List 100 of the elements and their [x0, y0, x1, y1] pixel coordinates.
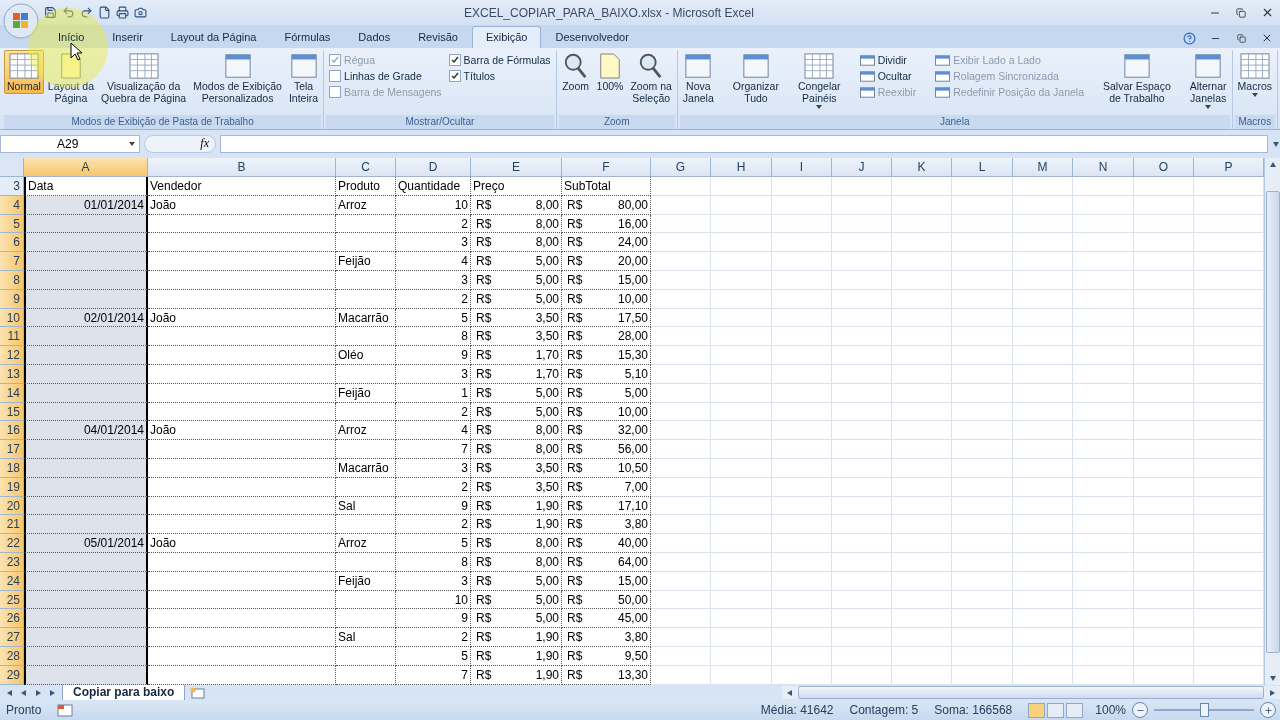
row-header[interactable]: 21: [0, 515, 24, 535]
ribbon-tab[interactable]: Layout da Página: [156, 26, 271, 48]
ribbon-tab[interactable]: Inserir: [98, 26, 157, 48]
ribbon-tab[interactable]: Fórmulas: [270, 26, 345, 48]
ribbon-button[interactable]: Salvar Espaço de Trabalho: [1100, 50, 1174, 106]
column-header[interactable]: E: [471, 158, 562, 177]
close-icon[interactable]: [1261, 32, 1273, 44]
ribbon-button[interactable]: Tela Inteira: [285, 50, 322, 106]
empty-cell: [952, 609, 1013, 629]
checkbox[interactable]: Títulos: [448, 70, 551, 82]
ribbon-button[interactable]: Zoom na Seleção: [627, 50, 675, 106]
arrow-down-icon[interactable]: [1268, 674, 1277, 682]
checkbox[interactable]: Barra de Fórmulas: [448, 54, 551, 66]
column-header[interactable]: C: [336, 158, 396, 177]
column-header[interactable]: K: [892, 158, 952, 177]
ribbon-tab[interactable]: Dados: [344, 26, 405, 48]
ribbon-tab[interactable]: Revisão: [404, 26, 472, 48]
zoom-in-button[interactable]: [1260, 702, 1276, 718]
column-header[interactable]: B: [148, 158, 336, 177]
row-header[interactable]: 11: [0, 327, 24, 347]
empty-cell: [832, 496, 892, 516]
empty-cell: [1073, 364, 1134, 384]
undo-icon[interactable]: [62, 6, 75, 19]
print-icon[interactable]: [116, 6, 129, 19]
column-header[interactable]: I: [772, 158, 832, 177]
table-cell: 3: [396, 271, 471, 290]
column-header[interactable]: O: [1134, 158, 1194, 177]
row-header[interactable]: 17: [0, 440, 24, 459]
empty-cell: [1134, 214, 1194, 234]
column-header[interactable]: F: [562, 158, 651, 177]
row-header[interactable]: 6: [0, 233, 24, 253]
row-header[interactable]: 7: [0, 252, 24, 271]
window-icon: [289, 52, 318, 80]
column-header[interactable]: N: [1073, 158, 1134, 177]
camera-icon[interactable]: [134, 6, 147, 19]
name-box[interactable]: A29: [0, 134, 140, 153]
office-button[interactable]: [2, 2, 40, 40]
empty-cell: [772, 346, 832, 365]
ribbon-tab[interactable]: Desenvolvedor: [541, 26, 643, 48]
column-header[interactable]: P: [1194, 158, 1264, 177]
ribbon-button[interactable]: Normal: [4, 50, 44, 94]
empty-cell: [1013, 289, 1073, 309]
insert-function-button[interactable]: fx: [144, 134, 216, 153]
expand-icon[interactable]: [1272, 139, 1280, 148]
ribbon-button[interactable]: Organizar Tudo: [729, 50, 782, 106]
table-cell-text: 13,30: [617, 666, 648, 684]
table-cell: Macarrão: [336, 458, 396, 478]
ribbon-button[interactable]: Nova Janela: [679, 50, 717, 106]
row-header[interactable]: 12: [0, 346, 24, 365]
column-header[interactable]: A: [24, 158, 148, 177]
ribbon-button[interactable]: Dividir: [859, 54, 917, 66]
macro-record-icon[interactable]: [57, 703, 74, 717]
sheet-tab[interactable]: Copiar para baixo: [62, 684, 186, 701]
restore-icon[interactable]: [1236, 7, 1246, 18]
redo-icon[interactable]: [80, 6, 93, 19]
ribbon-button[interactable]: Alternar Janelas: [1186, 50, 1230, 111]
arrow-left-icon[interactable]: [786, 688, 794, 697]
ribbon-tab[interactable]: Exibição: [471, 26, 542, 48]
ribbon-button[interactable]: Macros: [1234, 50, 1275, 99]
help-icon[interactable]: [1182, 31, 1196, 45]
formula-input[interactable]: [220, 134, 1268, 153]
row-header[interactable]: 16: [0, 421, 24, 441]
column-header[interactable]: J: [832, 158, 892, 177]
ribbon-button[interactable]: Zoom: [558, 50, 593, 94]
group-label: Mostrar/Ocultar: [326, 115, 554, 129]
ribbon-button[interactable]: Layout da Página: [44, 50, 97, 106]
currency-symbol: R$: [567, 403, 583, 421]
row-header[interactable]: 22: [0, 534, 24, 553]
ribbon-tab[interactable]: Início: [44, 26, 99, 48]
ribbon-button[interactable]: 100%: [593, 50, 627, 94]
empty-cell: [892, 496, 952, 516]
zoom-out-button[interactable]: [1132, 702, 1148, 718]
row-header[interactable]: 27: [0, 628, 24, 647]
ribbon-button[interactable]: Modos de Exibição Personalizados: [190, 50, 285, 106]
empty-cell: [711, 496, 772, 516]
checkbox[interactable]: Linhas de Grade: [329, 70, 442, 82]
arrow-right-icon[interactable]: [1268, 688, 1276, 697]
ribbon-button[interactable]: Congelar Painéis: [795, 50, 844, 111]
row-header[interactable]: 3: [0, 177, 24, 196]
currency-symbol: R$: [476, 309, 492, 327]
currency-symbol: R$: [567, 215, 583, 233]
table-cell: 10: [396, 195, 471, 215]
scrollbar-thumb[interactable]: [1265, 190, 1280, 653]
empty-cell: [1134, 534, 1194, 553]
restore-icon[interactable]: [1236, 33, 1246, 43]
row-header[interactable]: 26: [0, 609, 24, 629]
column-header[interactable]: D: [396, 158, 471, 177]
new-file-icon[interactable]: [98, 6, 111, 19]
column-header[interactable]: L: [952, 158, 1013, 177]
table-cell: 10: [396, 590, 471, 610]
arrow-up-icon[interactable]: [1268, 161, 1277, 169]
empty-cell: [1013, 646, 1073, 666]
ribbon-button[interactable]: Ocultar: [859, 70, 917, 82]
ribbon-button[interactable]: Visualização da Quebra de Página: [97, 50, 190, 106]
vertical-scrollbar[interactable]: [1264, 158, 1280, 685]
zoom-slider-thumb[interactable]: [1200, 703, 1209, 717]
column-header[interactable]: G: [651, 158, 711, 177]
column-header[interactable]: M: [1013, 158, 1073, 177]
save-icon[interactable]: [44, 6, 57, 19]
column-header[interactable]: H: [711, 158, 772, 177]
